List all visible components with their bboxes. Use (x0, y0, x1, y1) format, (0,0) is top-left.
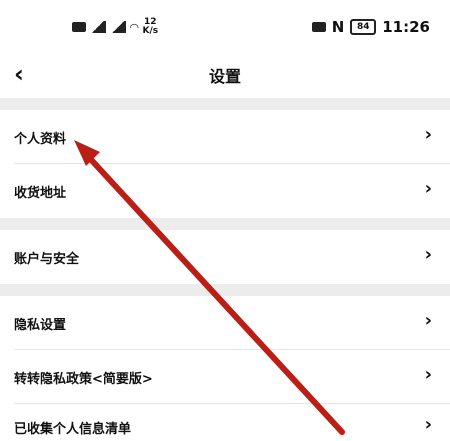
annotation-arrow (74, 140, 345, 435)
arrow-shaft (81, 149, 345, 435)
